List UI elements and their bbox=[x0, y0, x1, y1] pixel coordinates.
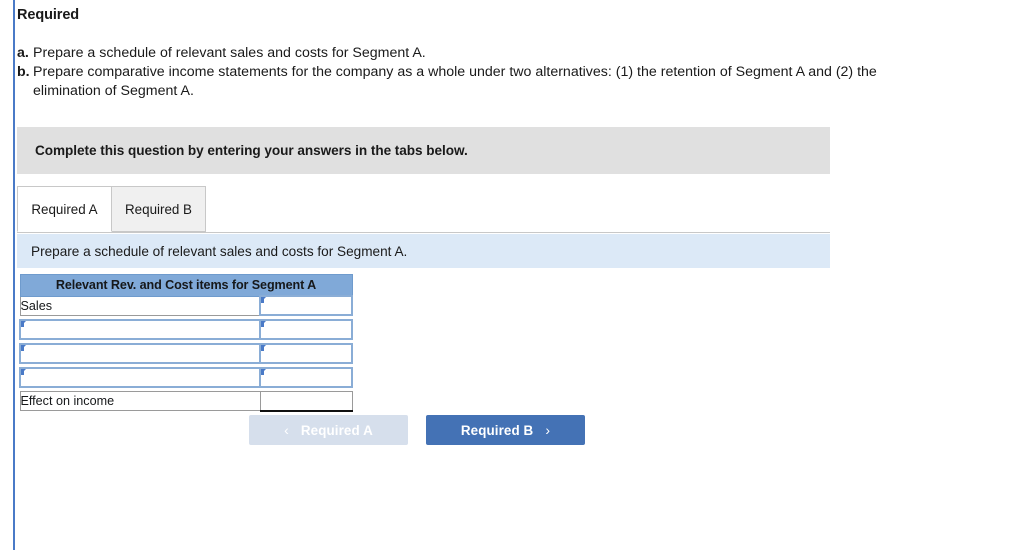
prev-required-a-button[interactable]: ‹ Required A bbox=[249, 415, 408, 445]
table-row bbox=[19, 343, 353, 364]
requirement-marker-b: b. bbox=[17, 64, 30, 81]
requirement-marker-a: a. bbox=[17, 45, 29, 62]
table-row: Sales bbox=[19, 295, 353, 316]
requirement-item-a: a. Prepare a schedule of relevant sales … bbox=[17, 44, 1017, 63]
requirement-text-b: Prepare comparative income statements fo… bbox=[33, 64, 877, 100]
prev-required-a-label: Required A bbox=[300, 422, 373, 438]
requirement-text-a: Prepare a schedule of relevant sales and… bbox=[33, 45, 426, 62]
row-label-input-2[interactable] bbox=[19, 319, 261, 340]
row-value-input-2[interactable] bbox=[259, 319, 353, 340]
answer-table: Relevant Rev. and Cost items for Segment… bbox=[19, 274, 353, 412]
tab-required-a-label: Required A bbox=[31, 201, 98, 217]
next-required-b-button[interactable]: Required B › bbox=[426, 415, 585, 445]
chevron-left-icon: ‹ bbox=[284, 422, 289, 438]
required-heading: Required bbox=[17, 7, 80, 23]
row-label-effect-on-income: Effect on income bbox=[19, 391, 261, 411]
left-accent-rail bbox=[13, 0, 15, 550]
chevron-right-icon: › bbox=[545, 422, 551, 438]
tabstrip-baseline bbox=[17, 232, 830, 233]
tab-required-a[interactable]: Required A bbox=[17, 186, 112, 232]
sub-instruction-text: Prepare a schedule of relevant sales and… bbox=[31, 243, 408, 259]
row-value-input-1[interactable] bbox=[259, 295, 353, 316]
row-value-input-4[interactable] bbox=[259, 367, 353, 388]
table-row bbox=[19, 319, 353, 340]
tabstrip: Required A Required B bbox=[17, 186, 830, 233]
next-required-b-label: Required B bbox=[460, 422, 534, 438]
row-label-input-4[interactable] bbox=[19, 367, 261, 388]
table-row: Effect on income bbox=[19, 391, 353, 412]
table-row bbox=[19, 367, 353, 388]
sub-instruction-band: Prepare a schedule of relevant sales and… bbox=[17, 234, 830, 268]
instruction-band-text: Complete this question by entering your … bbox=[35, 143, 468, 158]
row-value-input-3[interactable] bbox=[259, 343, 353, 364]
navigation-buttons: ‹ Required A Required B › bbox=[249, 415, 585, 445]
requirement-list: a. Prepare a schedule of relevant sales … bbox=[17, 44, 1017, 101]
row-value-effect-on-income bbox=[259, 391, 353, 412]
instruction-band: Complete this question by entering your … bbox=[17, 127, 830, 174]
row-label-input-3[interactable] bbox=[19, 343, 261, 364]
row-label-sales: Sales bbox=[19, 295, 261, 316]
answer-table-header: Relevant Rev. and Cost items for Segment… bbox=[19, 274, 353, 297]
requirement-item-b: b. Prepare comparative income statements… bbox=[17, 63, 1017, 101]
answer-table-header-row: Relevant Rev. and Cost items for Segment… bbox=[19, 274, 353, 297]
problem-content: Required a. Prepare a schedule of releva… bbox=[17, 0, 1017, 101]
tab-required-b[interactable]: Required B bbox=[111, 186, 206, 232]
tab-required-b-label: Required B bbox=[125, 201, 192, 217]
